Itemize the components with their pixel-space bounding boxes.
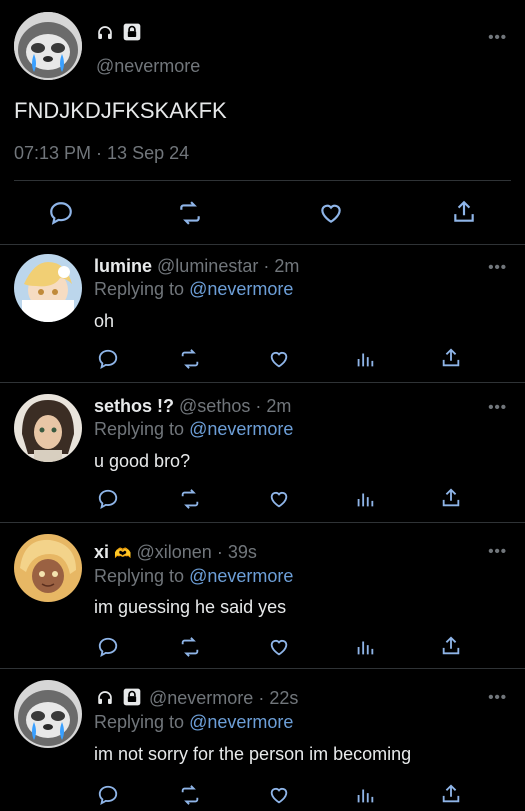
main-handle[interactable]: @nevermore (96, 55, 200, 77)
retweet-icon[interactable] (179, 348, 201, 370)
like-icon[interactable] (268, 348, 290, 370)
handle[interactable]: @sethos (179, 396, 250, 416)
headphones-icon (96, 24, 114, 42)
name-emoji: 🫶 (114, 545, 132, 561)
timestamp: · 2m (263, 256, 300, 276)
retweet-icon[interactable] (179, 488, 201, 510)
like-icon[interactable] (268, 784, 290, 806)
avatar-sethos[interactable] (14, 394, 82, 462)
replying-prefix: Replying to (94, 279, 185, 299)
share-icon[interactable] (440, 347, 462, 369)
reply-header: sethos !? @sethos · 2m (94, 395, 291, 417)
divider (0, 668, 525, 669)
replying-prefix: Replying to (94, 566, 185, 586)
like-icon[interactable] (268, 488, 290, 510)
display-name[interactable]: lumine (94, 256, 152, 276)
replying-prefix: Replying to (94, 419, 185, 439)
replying-to-link[interactable]: @nevermore (189, 712, 293, 732)
analytics-icon[interactable] (354, 488, 376, 510)
main-timestamp: 07:13 PM · 13 Sep 24 (14, 143, 190, 163)
more-options-button[interactable]: ••• (488, 400, 507, 415)
lock-icon (122, 22, 142, 42)
replying-to: Replying to @nevermore (94, 418, 293, 440)
avatar-xi[interactable] (14, 534, 82, 602)
reply-icon[interactable] (97, 636, 119, 658)
display-name[interactable]: xi (94, 542, 109, 562)
analytics-icon[interactable] (354, 636, 376, 658)
reply-icon[interactable] (48, 200, 74, 226)
timestamp: · 22s (258, 688, 299, 708)
reply-icon[interactable] (97, 348, 119, 370)
reply-icon[interactable] (97, 784, 119, 806)
retweet-icon[interactable] (176, 200, 204, 226)
reply-text: oh (94, 311, 115, 331)
reply-text: im not sorry for the person im becoming (94, 744, 412, 764)
more-options-button[interactable]: ••• (488, 690, 507, 705)
reply-header: xi 🫶 @xilonen · 39s (94, 541, 257, 564)
replying-to: Replying to @nevermore (94, 278, 293, 300)
retweet-icon[interactable] (179, 784, 201, 806)
reply-icon[interactable] (97, 488, 119, 510)
headphones-icon (96, 689, 114, 707)
replying-to: Replying to @nevermore (94, 711, 293, 733)
more-options-button[interactable]: ••• (488, 544, 507, 559)
reply-text: im guessing he said yes (94, 597, 287, 617)
like-icon[interactable] (268, 636, 290, 658)
retweet-icon[interactable] (179, 636, 201, 658)
timestamp: · 2m (255, 396, 292, 416)
share-icon[interactable] (440, 783, 462, 805)
analytics-icon[interactable] (354, 784, 376, 806)
share-icon[interactable] (440, 635, 462, 657)
avatar-main[interactable] (14, 12, 82, 80)
like-icon[interactable] (317, 200, 345, 226)
replying-to-link[interactable]: @nevermore (189, 566, 293, 586)
main-tweet-text: FNDJKDJFKSKAKFK (14, 98, 227, 123)
replying-to-link[interactable]: @nevermore (189, 419, 293, 439)
analytics-icon[interactable] (354, 348, 376, 370)
divider (0, 382, 525, 383)
avatar-lumine[interactable] (14, 254, 82, 322)
handle[interactable]: @luminestar (157, 256, 258, 276)
replying-to-link[interactable]: @nevermore (189, 279, 293, 299)
timestamp: · 39s (216, 542, 257, 562)
more-options-button[interactable]: ••• (488, 30, 507, 45)
share-icon[interactable] (451, 198, 477, 226)
avatar-nevermore[interactable] (14, 680, 82, 748)
divider (0, 244, 525, 245)
handle[interactable]: @nevermore (149, 688, 253, 708)
more-options-button[interactable]: ••• (488, 260, 507, 275)
reply-text: u good bro? (94, 451, 191, 471)
divider (14, 180, 511, 181)
display-name[interactable]: sethos !? (94, 396, 174, 416)
handle[interactable]: @xilonen (136, 542, 211, 562)
lock-icon (122, 687, 142, 707)
reply-header: @nevermore · 22s (149, 687, 298, 709)
replying-to: Replying to @nevermore (94, 565, 293, 587)
divider (0, 522, 525, 523)
share-icon[interactable] (440, 487, 462, 509)
reply-header: lumine @luminestar · 2m (94, 255, 299, 277)
replying-prefix: Replying to (94, 712, 185, 732)
